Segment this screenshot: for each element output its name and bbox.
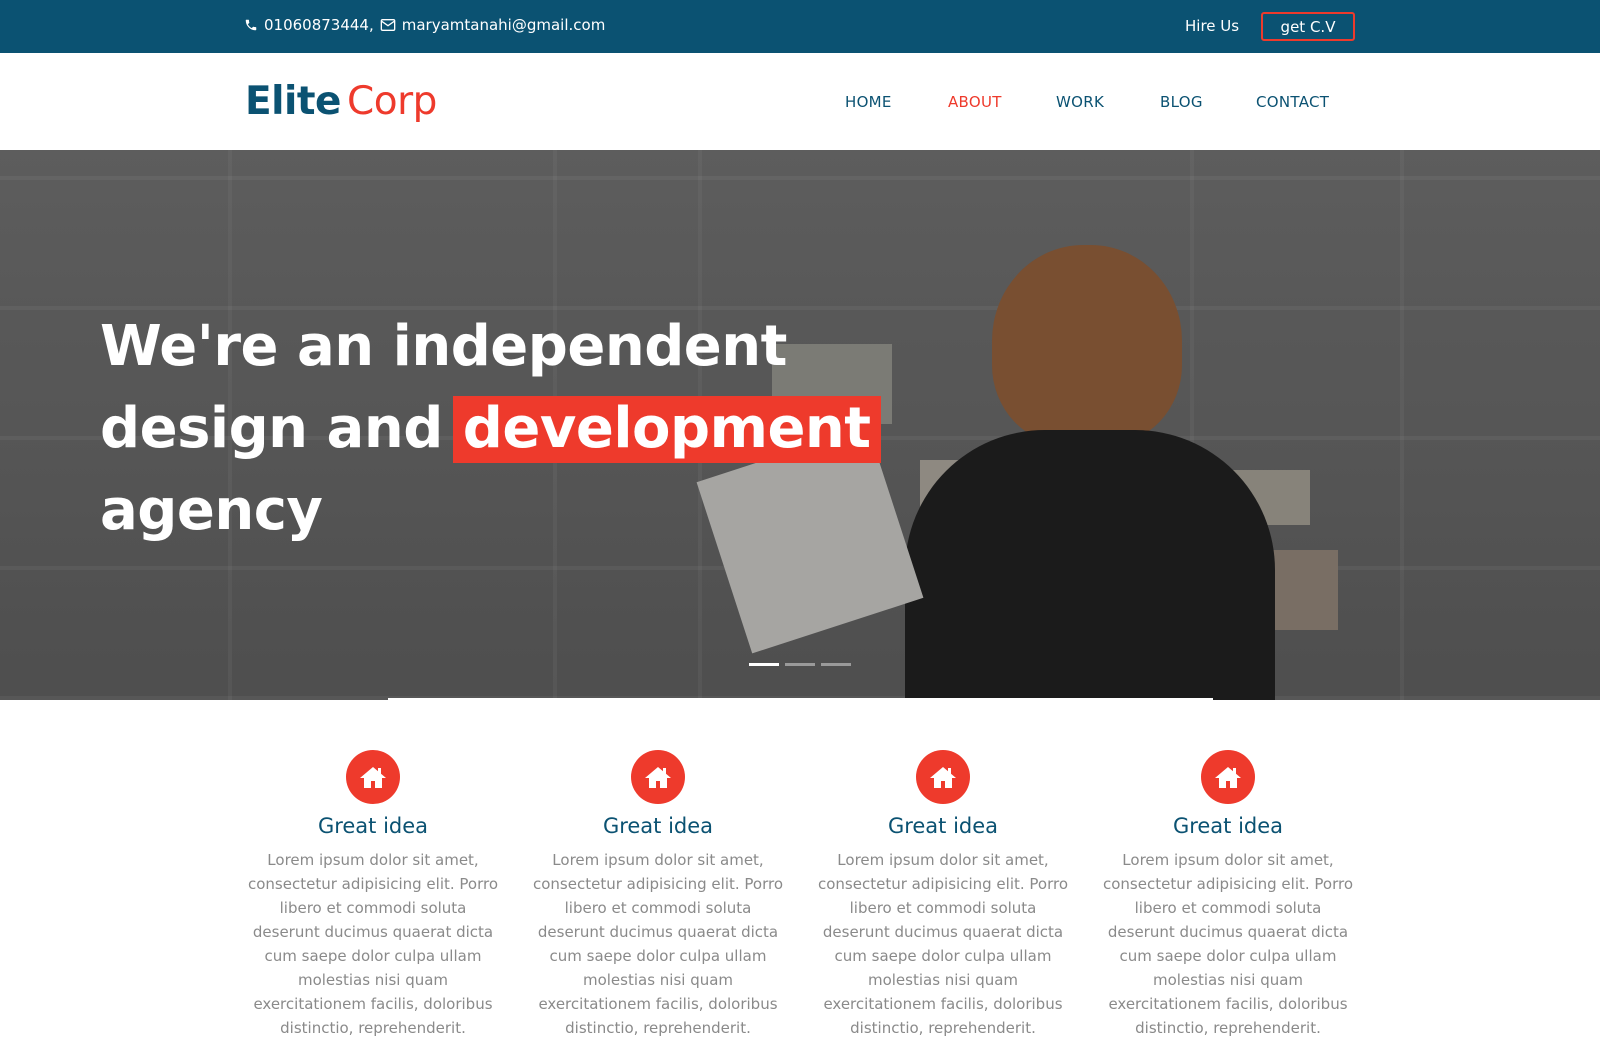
feature-card: Great idea Lorem ipsum dolor sit amet, c… (818, 750, 1068, 1040)
feature-text: Lorem ipsum dolor sit amet, consectetur … (533, 851, 784, 1037)
feature-text: Lorem ipsum dolor sit amet, consectetur … (818, 851, 1069, 1037)
feature-text: Lorem ipsum dolor sit amet, consectetur … (1103, 851, 1354, 1037)
nav-item-home[interactable]: HOME (845, 93, 892, 111)
phone-number: 01060873444, (264, 16, 374, 34)
feature-card: Great idea Lorem ipsum dolor sit amet, c… (1103, 750, 1353, 1040)
feature-title: Great idea (602, 814, 714, 838)
feature-title: Great idea (887, 814, 999, 838)
site-header: Elite Corp HOME ABOUT WORK BLOG CONTACT (0, 53, 1600, 150)
hero-headline: We're an independent design and developme… (100, 306, 881, 552)
headline-line-1: We're an independent (100, 314, 787, 379)
headline-line-3: agency (100, 478, 323, 543)
nav-item-about[interactable]: ABOUT (948, 93, 1002, 111)
email-link[interactable]: maryamtanahi@gmail.com (402, 16, 606, 34)
nav-item-contact[interactable]: CONTACT (1256, 93, 1329, 111)
main-nav: HOME ABOUT WORK BLOG CONTACT (0, 93, 1600, 113)
home-icon (631, 750, 685, 804)
top-bar: 01060873444, maryamtanahi@gmail.com Hire… (0, 0, 1600, 53)
nav-item-blog[interactable]: BLOG (1160, 93, 1203, 111)
slide-indicator-2[interactable] (785, 663, 815, 666)
nav-item-work[interactable]: WORK (1056, 93, 1104, 111)
hire-us-link[interactable]: Hire Us (1185, 17, 1239, 35)
contact-info: 01060873444, maryamtanahi@gmail.com (244, 16, 605, 34)
headline-line-2-text: design and (100, 396, 443, 461)
home-icon (346, 750, 400, 804)
feature-title: Great idea (1172, 814, 1284, 838)
slider-indicators (749, 663, 851, 666)
feature-card: Great idea Lorem ipsum dolor sit amet, c… (533, 750, 783, 1040)
feature-card: Great idea Lorem ipsum dolor sit amet, c… (248, 750, 498, 1040)
home-icon (916, 750, 970, 804)
features-section: Great idea Lorem ipsum dolor sit amet, c… (0, 700, 1600, 1046)
feature-text: Lorem ipsum dolor sit amet, consectetur … (248, 851, 499, 1037)
feature-title: Great idea (317, 814, 429, 838)
get-cv-button[interactable]: get C.V (1261, 12, 1355, 41)
slide-indicator-3[interactable] (821, 663, 851, 666)
headline-line-2: design and development (100, 388, 881, 470)
phone-icon (244, 18, 258, 32)
envelope-icon (380, 18, 396, 32)
hero-slider: We're an independent design and developme… (0, 150, 1600, 700)
home-icon (1201, 750, 1255, 804)
slide-indicator-1[interactable] (749, 663, 779, 666)
headline-highlight: development (452, 396, 881, 463)
